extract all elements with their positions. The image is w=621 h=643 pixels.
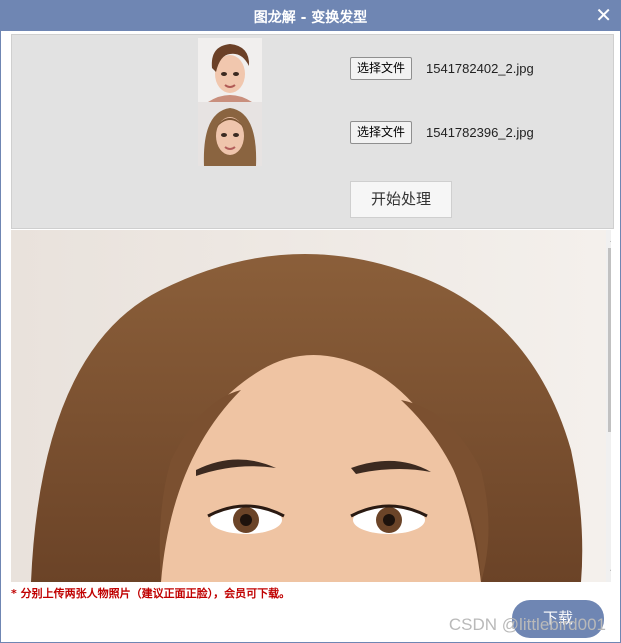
scrollbar-thumb[interactable]	[608, 248, 611, 432]
result-image-viewer[interactable]: ▲ ▼	[11, 230, 611, 582]
thumbnail-2-portrait	[198, 102, 262, 166]
close-icon[interactable]: ✕	[595, 4, 612, 26]
file-name-2: 1541782396_2.jpg	[426, 125, 534, 140]
vertical-scrollbar[interactable]: ▲ ▼	[606, 230, 611, 582]
dialog-title: 图龙解 - 变换发型	[253, 10, 368, 26]
thumbnail-1-portrait	[198, 38, 262, 102]
choose-file-button-2[interactable]: 选择文件	[350, 121, 413, 144]
dialog-titlebar: 图龙解 - 变换发型 ✕	[1, 1, 620, 31]
start-processing-button[interactable]: 开始处理	[350, 181, 452, 218]
file-name-1: 1541782402_2.jpg	[426, 61, 534, 76]
csdn-watermark: CSDN @littlebird001	[448, 615, 606, 634]
upload-instructions-note: * 分别上传两张人物照片（建议正面正脸），会员可下载。	[11, 587, 291, 600]
choose-file-button-1[interactable]: 选择文件	[350, 57, 413, 80]
scroll-up-arrow-icon[interactable]: ▲	[606, 234, 611, 244]
upload-panel: 选择文件 1541782402_2.jpg 选择文件 1541782396_2.…	[11, 34, 614, 229]
result-portrait-image	[11, 230, 606, 582]
hairstyle-dialog: 图龙解 - 变换发型 ✕ 选择文件 1541782402_2.jpg 选择文件 …	[0, 0, 621, 643]
scroll-down-arrow-icon[interactable]: ▼	[606, 568, 611, 578]
